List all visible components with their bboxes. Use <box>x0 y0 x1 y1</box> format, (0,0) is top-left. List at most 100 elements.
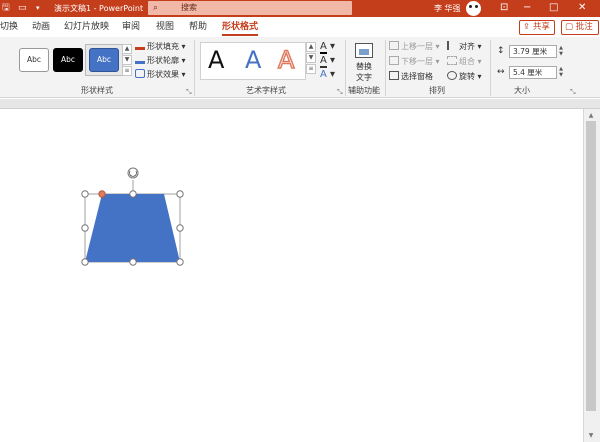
wordart-gallery-down-icon[interactable]: ▼ <box>306 53 316 63</box>
slide-top-strip <box>0 99 600 109</box>
search-placeholder: 搜索 <box>181 3 197 12</box>
send-backward-icon <box>389 56 399 65</box>
selection-pane-icon <box>389 71 399 80</box>
size-launcher-icon[interactable]: ⤡ <box>570 88 576 96</box>
gallery-down-icon[interactable]: ▼ <box>122 55 132 65</box>
wordart-gallery-more-icon[interactable]: ≡ <box>306 64 316 74</box>
wordart-gallery-up-icon[interactable]: ▲ <box>306 42 316 52</box>
group-separator <box>385 40 386 96</box>
user-avatar[interactable] <box>466 1 481 16</box>
text-outline-button[interactable]: A ▾ <box>320 55 335 68</box>
comment-icon: ▢ <box>565 22 574 32</box>
scroll-up-icon[interactable]: ▲ <box>586 111 596 120</box>
resize-handle-left[interactable] <box>81 224 89 232</box>
shape-style-blue[interactable]: Abc <box>89 48 119 72</box>
save-icon[interactable]: 🖫 <box>2 3 10 14</box>
height-spinner[interactable]: ▲ ▼ <box>557 45 565 58</box>
resize-handle-bottom-right[interactable] <box>176 258 184 266</box>
align-icon <box>447 41 457 50</box>
minimize-icon[interactable]: − <box>523 2 531 14</box>
tab-help[interactable]: 帮助 <box>189 21 207 33</box>
group-label-wordart-styles: 艺术字样式 <box>246 86 286 95</box>
group-label-size: 大小 <box>514 86 530 95</box>
text-fill-button[interactable]: A ▾ <box>320 41 335 54</box>
resize-handle-right[interactable] <box>176 224 184 232</box>
resize-handle-top-right[interactable] <box>176 190 184 198</box>
height-icon: ↕ <box>497 46 505 56</box>
search-icon: ⌕ <box>153 3 159 13</box>
group-button[interactable]: 组合 ▾ <box>447 56 482 67</box>
wordart-launcher-icon[interactable]: ⤡ <box>337 88 343 96</box>
group-icon <box>447 56 457 65</box>
align-button[interactable]: 对齐 ▾ <box>447 41 482 52</box>
ribbon: Abc Abc Abc ▲ ▼ ≡ 形状填充 ▾ 形状轮廓 ▾ 形状效果 ▾ 形… <box>0 37 600 98</box>
tab-view[interactable]: 视图 <box>156 21 174 33</box>
tab-shape-format[interactable]: 形状格式 <box>222 21 259 36</box>
alt-text-button[interactable]: 替换 文字 <box>353 61 375 83</box>
group-separator <box>345 40 346 96</box>
share-button[interactable]: ⇪ 共享 <box>519 20 555 35</box>
tab-transitions[interactable]: 切换 <box>0 21 18 33</box>
comment-button[interactable]: ▢ 批注 <box>561 20 599 35</box>
selection-pane-button[interactable]: 选择窗格 <box>389 71 433 82</box>
present-from-beginning-icon[interactable]: ▭ <box>18 3 27 14</box>
bring-forward-icon <box>389 41 399 50</box>
tab-slideshow[interactable]: 幻灯片放映 <box>64 21 109 33</box>
resize-handle-top-left[interactable] <box>81 190 89 198</box>
gallery-more-icon[interactable]: ≡ <box>122 66 132 76</box>
scroll-down-icon[interactable]: ▼ <box>586 431 596 440</box>
height-input[interactable]: 3.79 厘米 <box>509 45 557 58</box>
wordart-style-black[interactable]: A <box>208 47 224 73</box>
customize-quick-access-icon[interactable]: ▾ <box>36 3 40 14</box>
shape-outline-button[interactable]: 形状轮廓 ▾ <box>135 55 186 66</box>
width-input[interactable]: 5.4 厘米 <box>509 66 557 79</box>
shape-effects-button[interactable]: 形状效果 ▾ <box>135 69 186 80</box>
wordart-style-blue[interactable]: A <box>245 47 261 73</box>
paint-bucket-icon <box>135 41 145 50</box>
rotate-icon <box>447 71 457 80</box>
text-fill-icon: A <box>320 41 327 54</box>
trapezoid-shape-selection[interactable] <box>78 162 188 272</box>
group-separator <box>490 40 491 96</box>
gallery-up-icon[interactable]: ▲ <box>122 44 132 54</box>
shape-styles-launcher-icon[interactable]: ⤡ <box>186 88 192 96</box>
pen-icon <box>135 55 145 64</box>
send-backward-button[interactable]: 下移一层 ▾ <box>389 56 440 67</box>
bring-forward-button[interactable]: 上移一层 ▾ <box>389 41 440 52</box>
ribbon-display-options-icon[interactable]: ⊡ <box>500 2 508 14</box>
effects-icon <box>135 69 145 78</box>
tab-animations[interactable]: 动画 <box>32 21 50 33</box>
shape-fill-button[interactable]: 形状填充 ▾ <box>135 41 186 52</box>
title-bar: 🖫 ▭ ▾ 演示文稿1 - PowerPoint ⌕ 搜索 李 华强 ⊡ − □… <box>0 0 600 17</box>
text-outline-icon: A <box>320 55 327 68</box>
user-name[interactable]: 李 华强 <box>434 3 461 14</box>
resize-handle-bottom-left[interactable] <box>81 258 89 266</box>
trapezoid-shape[interactable] <box>85 194 180 262</box>
document-title: 演示文稿1 - PowerPoint <box>54 4 144 13</box>
maximize-icon[interactable]: □ <box>549 2 558 14</box>
resize-handle-bottom[interactable] <box>129 258 137 266</box>
shape-style-white[interactable]: Abc <box>19 48 49 72</box>
group-label-shape-styles: 形状样式 <box>81 86 113 95</box>
adjust-handle[interactable] <box>98 190 106 198</box>
resize-handle-top[interactable] <box>129 190 137 198</box>
scrollbar-thumb[interactable] <box>586 121 596 411</box>
ribbon-tabs: 切换 动画 幻灯片放映 审阅 视图 帮助 形状格式 <box>0 17 600 37</box>
close-icon[interactable]: ✕ <box>578 2 586 14</box>
tab-review[interactable]: 审阅 <box>122 21 140 33</box>
wordart-style-outline[interactable]: A <box>277 46 295 74</box>
text-effects-button[interactable]: A ▾ <box>320 69 335 80</box>
alt-text-icon[interactable] <box>355 43 373 58</box>
rotate-button[interactable]: 旋转 ▾ <box>447 71 482 82</box>
shape-styles-gallery-scroll: ▲ ▼ ≡ <box>122 44 132 76</box>
shape-style-black[interactable]: Abc <box>53 48 83 72</box>
text-effects-icon: A <box>320 69 327 80</box>
group-label-accessibility: 辅助功能 <box>348 86 380 95</box>
share-icon: ⇪ <box>523 22 531 32</box>
wordart-gallery-scroll: ▲ ▼ ≡ <box>306 42 316 80</box>
group-separator <box>194 40 195 96</box>
group-label-arrange: 排列 <box>429 86 445 95</box>
width-icon: ↔ <box>497 67 505 77</box>
search-box[interactable]: ⌕ 搜索 <box>148 1 352 15</box>
width-spinner[interactable]: ▲ ▼ <box>557 66 565 79</box>
